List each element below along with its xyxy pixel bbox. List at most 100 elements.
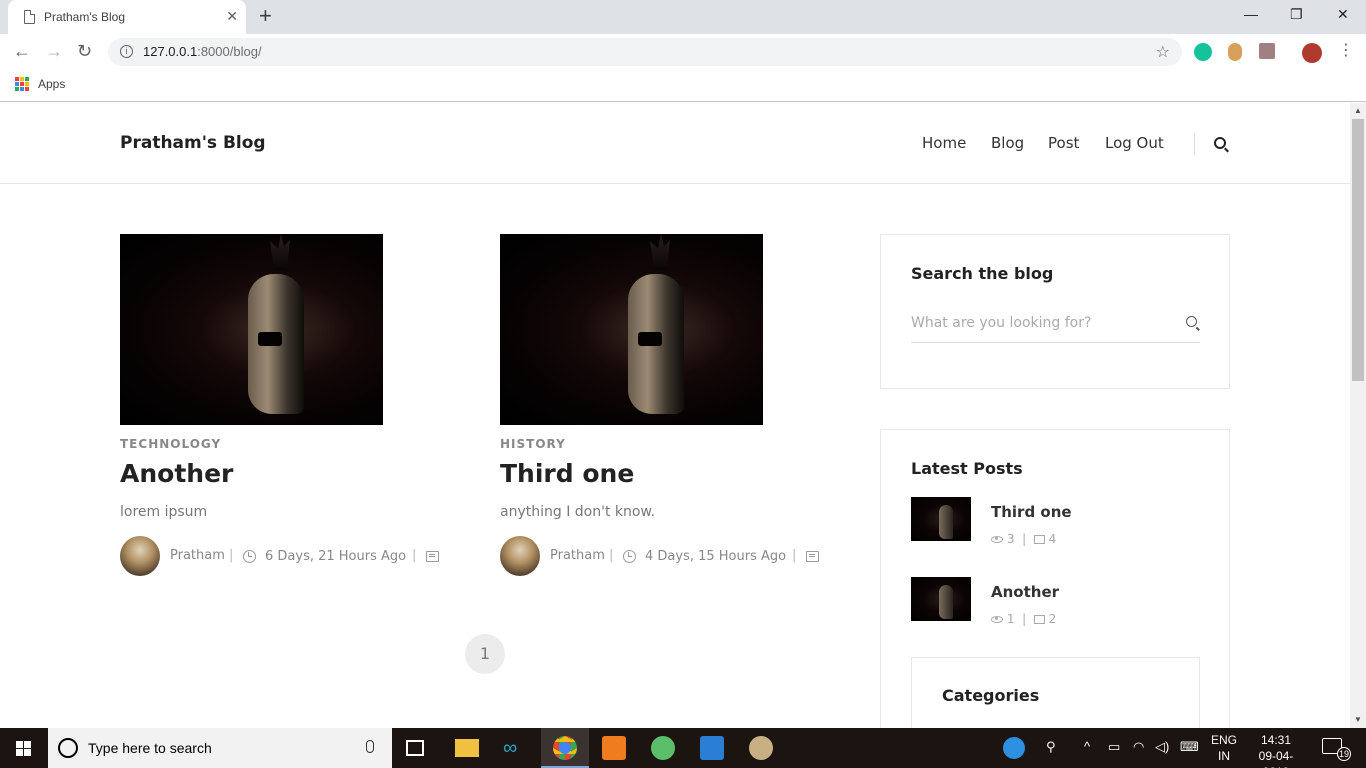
site-brand[interactable]: Pratham's Blog — [120, 133, 266, 153]
scroll-up-icon[interactable]: ▲ — [1354, 106, 1362, 115]
latest-post-stats: 3 | 4 — [991, 532, 1056, 546]
show-hidden-icons[interactable]: ^ — [1084, 739, 1090, 754]
author-avatar[interactable] — [120, 536, 160, 576]
nav-blog[interactable]: Blog — [991, 134, 1024, 152]
post-image[interactable] — [500, 234, 763, 425]
clock-icon — [243, 550, 256, 563]
vscode-icon[interactable] — [700, 736, 724, 760]
post-author[interactable]: Pratham — [550, 548, 605, 563]
latest-post-title[interactable]: Another — [991, 583, 1059, 601]
latest-post-thumbnail[interactable] — [911, 577, 971, 621]
tab-close-icon[interactable]: ✕ — [226, 8, 238, 24]
search-icon[interactable] — [1214, 137, 1226, 149]
help-icon[interactable] — [1003, 737, 1025, 759]
categories-widget: Categories — [911, 657, 1200, 728]
wifi-icon[interactable]: ◠ — [1133, 739, 1144, 755]
reload-icon[interactable]: ↻ — [77, 41, 92, 61]
grammarly-extension-icon[interactable] — [1194, 43, 1212, 61]
paint-icon[interactable] — [749, 736, 773, 760]
file-explorer-icon[interactable] — [455, 739, 479, 757]
chrome-icon[interactable] — [553, 736, 577, 760]
profile-avatar[interactable] — [1302, 43, 1322, 63]
post-title[interactable]: Third one — [500, 459, 860, 488]
browser-tab[interactable]: Pratham's Blog ✕ — [8, 0, 246, 34]
scrollbar-thumb[interactable] — [1352, 119, 1364, 381]
start-button[interactable] — [0, 728, 48, 768]
latest-post-title[interactable]: Third one — [991, 503, 1072, 521]
atom-icon[interactable] — [651, 736, 675, 760]
sublime-text-icon[interactable] — [602, 736, 626, 760]
post-author[interactable]: Pratham — [170, 548, 225, 563]
post-image[interactable] — [120, 234, 383, 425]
comment-icon[interactable] — [806, 551, 819, 562]
keyboard-icon[interactable]: ⌨ — [1180, 739, 1199, 755]
taskbar: Type here to search ∞ ⚲ ^ ▭ ◠ ◁) ⌨ ENG I… — [0, 728, 1366, 768]
search-widget-heading: Search the blog — [911, 264, 1054, 283]
scroll-down-icon[interactable]: ▼ — [1354, 715, 1362, 724]
star-icon[interactable]: ☆ — [1156, 42, 1170, 62]
microphone-icon[interactable] — [366, 740, 374, 753]
address-bar[interactable]: i 127.0.0.1:8000/blog/ ☆ — [108, 38, 1182, 66]
battery-icon[interactable]: ▭ — [1108, 739, 1120, 755]
search-icon[interactable] — [1186, 316, 1197, 327]
eye-icon — [991, 536, 1003, 543]
post-category[interactable]: TECHNOLOGY — [120, 437, 480, 451]
minimize-button[interactable]: — — [1244, 6, 1258, 22]
nav-divider — [1194, 133, 1195, 155]
task-view-icon[interactable] — [406, 740, 424, 756]
post-card: TECHNOLOGY Another lorem ipsum Pratham |… — [120, 234, 480, 576]
nav-logout[interactable]: Log Out — [1105, 134, 1164, 152]
close-window-button[interactable]: ✕ — [1337, 6, 1349, 23]
pagination-page-1[interactable]: 1 — [465, 634, 505, 674]
menu-icon[interactable]: ⋮ — [1338, 41, 1354, 61]
post-card: HISTORY Third one anything I don't know.… — [500, 234, 860, 576]
volume-icon[interactable]: ◁) — [1155, 739, 1169, 755]
categories-heading: Categories — [942, 686, 1040, 705]
clock-time: 14:31 — [1260, 733, 1292, 747]
latest-post-item[interactable]: Another 1 | 2 — [911, 577, 1201, 626]
page-icon — [24, 10, 35, 24]
view-count: 3 — [1006, 532, 1015, 546]
comment-icon[interactable] — [426, 551, 439, 562]
extension-icon[interactable] — [1228, 43, 1242, 61]
blog-search-input[interactable]: What are you looking for? — [911, 313, 1200, 343]
page-scrollbar[interactable]: ▲ ▼ — [1350, 103, 1366, 728]
author-avatar[interactable] — [500, 536, 540, 576]
search-widget: Search the blog What are you looking for… — [880, 234, 1230, 389]
post-time: 4 Days, 15 Hours Ago — [645, 549, 787, 564]
system-clock[interactable]: 14:31 09-04-2019 — [1250, 732, 1302, 768]
latest-post-thumbnail[interactable] — [911, 497, 971, 541]
meta-separator: | — [229, 548, 234, 563]
post-excerpt: anything I don't know. — [500, 504, 656, 520]
apps-icon[interactable] — [15, 77, 29, 91]
restore-button[interactable]: ❐ — [1290, 6, 1303, 23]
browser-toolbar: ← → ↻ i 127.0.0.1:8000/blog/ ☆ ⋮ — [0, 34, 1366, 70]
post-category[interactable]: HISTORY — [500, 437, 860, 451]
taskbar-search-box[interactable]: Type here to search — [48, 728, 392, 768]
latest-post-item[interactable]: Third one 3 | 4 — [911, 497, 1201, 546]
comment-count: 4 — [1048, 532, 1057, 546]
back-icon[interactable]: ← — [13, 41, 31, 61]
clock-date: 09-04-2019 — [1258, 749, 1294, 768]
post-excerpt: lorem ipsum — [120, 504, 208, 520]
browser-tab-bar: Pratham's Blog ✕ + — ❐ ✕ — [0, 0, 1366, 34]
url-text[interactable]: 127.0.0.1:8000/blog/ — [143, 44, 262, 59]
new-tab-button[interactable]: + — [259, 5, 272, 27]
apps-bookmark[interactable]: Apps — [38, 77, 65, 91]
eye-icon — [991, 616, 1003, 623]
arduino-icon[interactable]: ∞ — [503, 736, 527, 760]
bookmarks-bar: Apps — [0, 70, 1366, 102]
action-center-icon[interactable]: 19 — [1322, 738, 1351, 761]
nav-post[interactable]: Post — [1048, 134, 1079, 152]
latest-post-stats: 1 | 2 — [991, 612, 1056, 626]
notification-count: 19 — [1337, 747, 1351, 761]
meta-separator: | — [609, 548, 614, 563]
input-language[interactable]: ENG IN — [1208, 732, 1240, 764]
info-icon[interactable]: i — [120, 45, 133, 58]
forward-icon[interactable]: → — [45, 41, 63, 61]
nav-home[interactable]: Home — [922, 134, 966, 152]
people-icon[interactable]: ⚲ — [1046, 739, 1056, 755]
view-count: 1 — [1006, 612, 1015, 626]
pdf-extension-icon[interactable] — [1259, 43, 1275, 59]
post-title[interactable]: Another — [120, 459, 480, 488]
